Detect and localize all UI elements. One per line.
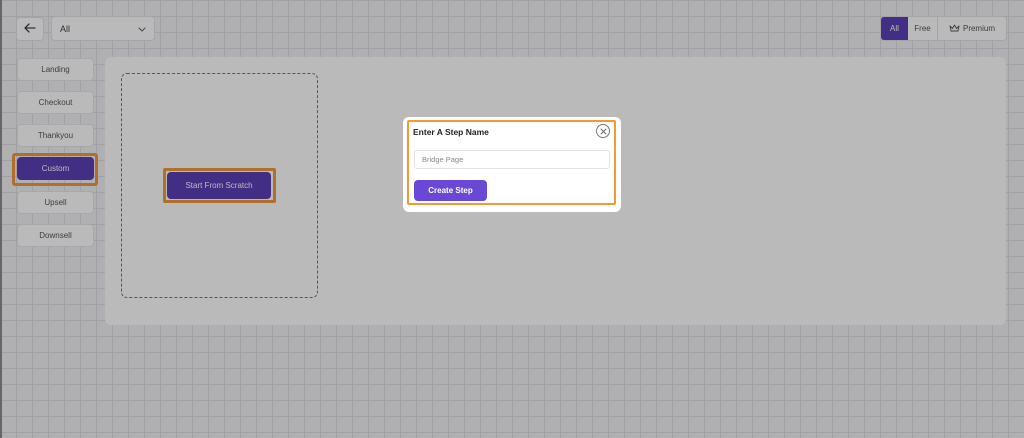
- create-step-button[interactable]: Create Step: [414, 180, 487, 201]
- close-icon: [600, 122, 607, 140]
- modal-close-button[interactable]: [596, 124, 610, 138]
- modal-title: Enter A Step Name: [413, 127, 489, 137]
- step-name-input[interactable]: [414, 150, 610, 169]
- modal-backdrop[interactable]: [0, 0, 1024, 438]
- create-step-label: Create Step: [428, 186, 473, 195]
